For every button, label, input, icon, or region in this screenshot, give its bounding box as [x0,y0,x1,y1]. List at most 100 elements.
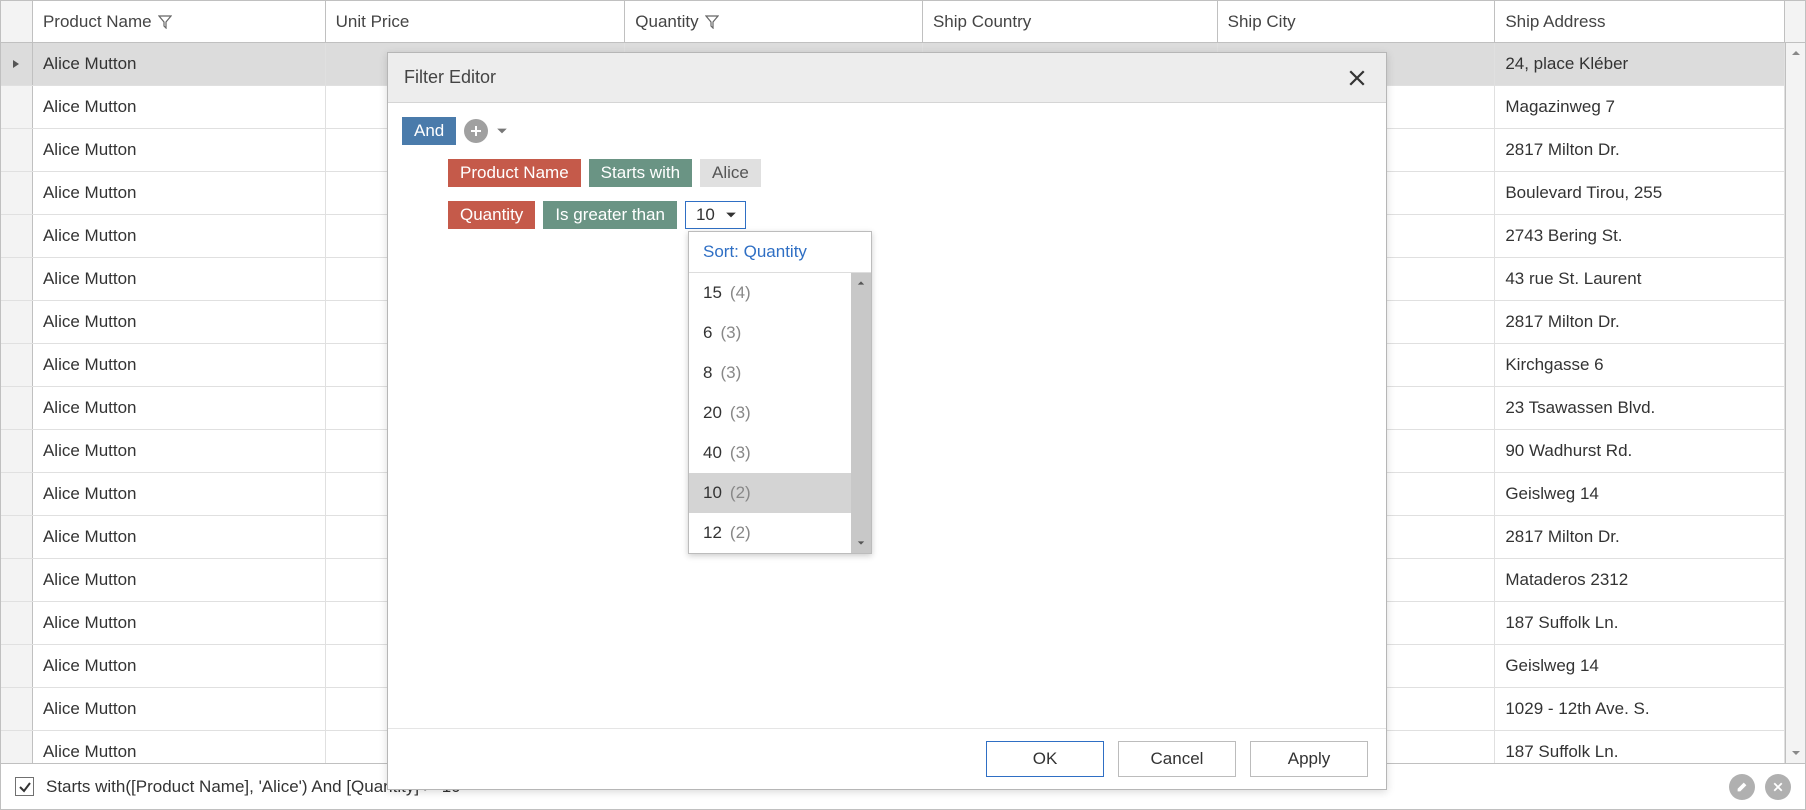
cell-ship-address[interactable]: 43 rue St. Laurent [1495,258,1785,300]
cell-product-name[interactable]: Alice Mutton [33,344,326,386]
cell-product-name[interactable]: Alice Mutton [33,215,326,257]
filter-enabled-checkbox[interactable] [15,777,34,796]
row-indicator-arrow-icon [1,43,33,85]
dropdown-item-value: 10 [703,483,722,503]
dropdown-scrollbar[interactable] [851,273,871,553]
row-indicator [1,301,33,343]
ok-button[interactable]: OK [986,741,1104,777]
cell-product-name[interactable]: Alice Mutton [33,86,326,128]
row-indicator [1,129,33,171]
vertical-scrollbar[interactable] [1785,43,1805,763]
cell-ship-address[interactable]: 2817 Milton Dr. [1495,516,1785,558]
group-operator-chip[interactable]: And [402,117,456,145]
grid-header: Product Name Unit Price Quantity Ship Co… [1,1,1805,43]
scroll-down-arrow-icon[interactable] [1788,745,1804,761]
dropdown-item[interactable]: 12(2) [689,513,851,553]
cell-product-name[interactable]: Alice Mutton [33,301,326,343]
cell-ship-address[interactable]: Boulevard Tirou, 255 [1495,172,1785,214]
cell-ship-address[interactable]: 187 Suffolk Ln. [1495,731,1785,763]
dropdown-item[interactable]: 15(4) [689,273,851,313]
row-indicator [1,387,33,429]
cell-product-name[interactable]: Alice Mutton [33,602,326,644]
cell-ship-address[interactable]: 187 Suffolk Ln. [1495,602,1785,644]
row-indicator [1,430,33,472]
column-header-quantity[interactable]: Quantity [625,1,923,42]
cell-ship-address[interactable]: 23 Tsawassen Blvd. [1495,387,1785,429]
cell-product-name[interactable]: Alice Mutton [33,129,326,171]
scroll-header-spacer [1785,1,1805,42]
add-condition-button[interactable] [464,119,488,143]
dropdown-item[interactable]: 40(3) [689,433,851,473]
dropdown-sort-header[interactable]: Sort: Quantity [689,232,871,273]
filter-icon[interactable] [705,15,719,29]
operator-chip[interactable]: Is greater than [543,201,677,229]
value-input-active[interactable]: 10 [685,201,746,229]
cancel-button[interactable]: Cancel [1118,741,1236,777]
row-indicator [1,86,33,128]
operator-chip[interactable]: Starts with [589,159,692,187]
apply-button[interactable]: Apply [1250,741,1368,777]
cell-ship-address[interactable]: 1029 - 12th Ave. S. [1495,688,1785,730]
cell-ship-address[interactable]: 90 Wadhurst Rd. [1495,430,1785,472]
cell-ship-address[interactable]: 2743 Bering St. [1495,215,1785,257]
column-label: Unit Price [336,12,410,32]
value-chip[interactable]: Alice [700,159,761,187]
row-indicator [1,688,33,730]
cell-ship-address[interactable]: Magazinweg 7 [1495,86,1785,128]
cell-product-name[interactable]: Alice Mutton [33,172,326,214]
dropdown-item[interactable]: 20 (3) [689,393,851,433]
cell-product-name[interactable]: Alice Mutton [33,430,326,472]
dropdown-item[interactable]: 6(3) [689,313,851,353]
clear-filter-button[interactable] [1765,774,1791,800]
cell-ship-address[interactable]: 24, place Kléber [1495,43,1785,85]
cell-product-name[interactable]: Alice Mutton [33,473,326,515]
row-indicator-header [1,1,33,42]
row-indicator [1,731,33,763]
cell-product-name[interactable]: Alice Mutton [33,387,326,429]
dropdown-item[interactable]: 8(3) [689,353,851,393]
filter-condition-row: Product Name Starts with Alice [448,159,1372,187]
chevron-down-icon[interactable] [725,209,737,221]
scroll-up-arrow-icon[interactable] [1788,45,1804,61]
cell-product-name[interactable]: Alice Mutton [33,731,326,763]
scroll-up-arrow-icon[interactable] [851,273,871,293]
dropdown-item-count: (3) [730,403,751,423]
cell-ship-address[interactable]: Geislweg 14 [1495,645,1785,687]
close-button[interactable] [1344,65,1370,91]
column-header-ship-address[interactable]: Ship Address [1495,1,1785,42]
column-header-unit-price[interactable]: Unit Price [326,1,626,42]
row-indicator [1,559,33,601]
column-header-product-name[interactable]: Product Name [33,1,326,42]
field-chip[interactable]: Quantity [448,201,535,229]
scroll-down-arrow-icon[interactable] [851,533,871,553]
dialog-button-bar: OK Cancel Apply [388,728,1386,789]
filter-editor-dialog: Filter Editor And Product Name Starts wi… [387,52,1387,790]
edit-filter-button[interactable] [1729,774,1755,800]
dropdown-item-count: (3) [730,443,751,463]
cell-product-name[interactable]: Alice Mutton [33,516,326,558]
dialog-titlebar[interactable]: Filter Editor [388,53,1386,103]
chevron-down-icon[interactable] [496,125,508,137]
cell-product-name[interactable]: Alice Mutton [33,559,326,601]
dropdown-item[interactable]: 10(2) [689,473,851,513]
field-chip[interactable]: Product Name [448,159,581,187]
scroll-thumb[interactable] [851,293,871,533]
cell-ship-address[interactable]: Kirchgasse 6 [1495,344,1785,386]
cell-ship-address[interactable]: 2817 Milton Dr. [1495,129,1785,171]
column-header-ship-city[interactable]: Ship City [1218,1,1496,42]
cell-product-name[interactable]: Alice Mutton [33,43,326,85]
row-indicator [1,645,33,687]
dropdown-item-count: (4) [730,283,751,303]
cell-ship-address[interactable]: Geislweg 14 [1495,473,1785,515]
column-label: Quantity [635,12,698,32]
cell-ship-address[interactable]: Mataderos 2312 [1495,559,1785,601]
filter-condition-row: Quantity Is greater than 10 [448,201,1372,229]
cell-ship-address[interactable]: 2817 Milton Dr. [1495,301,1785,343]
column-header-ship-country[interactable]: Ship Country [923,1,1218,42]
cell-product-name[interactable]: Alice Mutton [33,258,326,300]
row-indicator [1,344,33,386]
cell-product-name[interactable]: Alice Mutton [33,645,326,687]
cell-product-name[interactable]: Alice Mutton [33,688,326,730]
filter-icon[interactable] [158,15,172,29]
dropdown-item-value: 20 [703,403,722,423]
